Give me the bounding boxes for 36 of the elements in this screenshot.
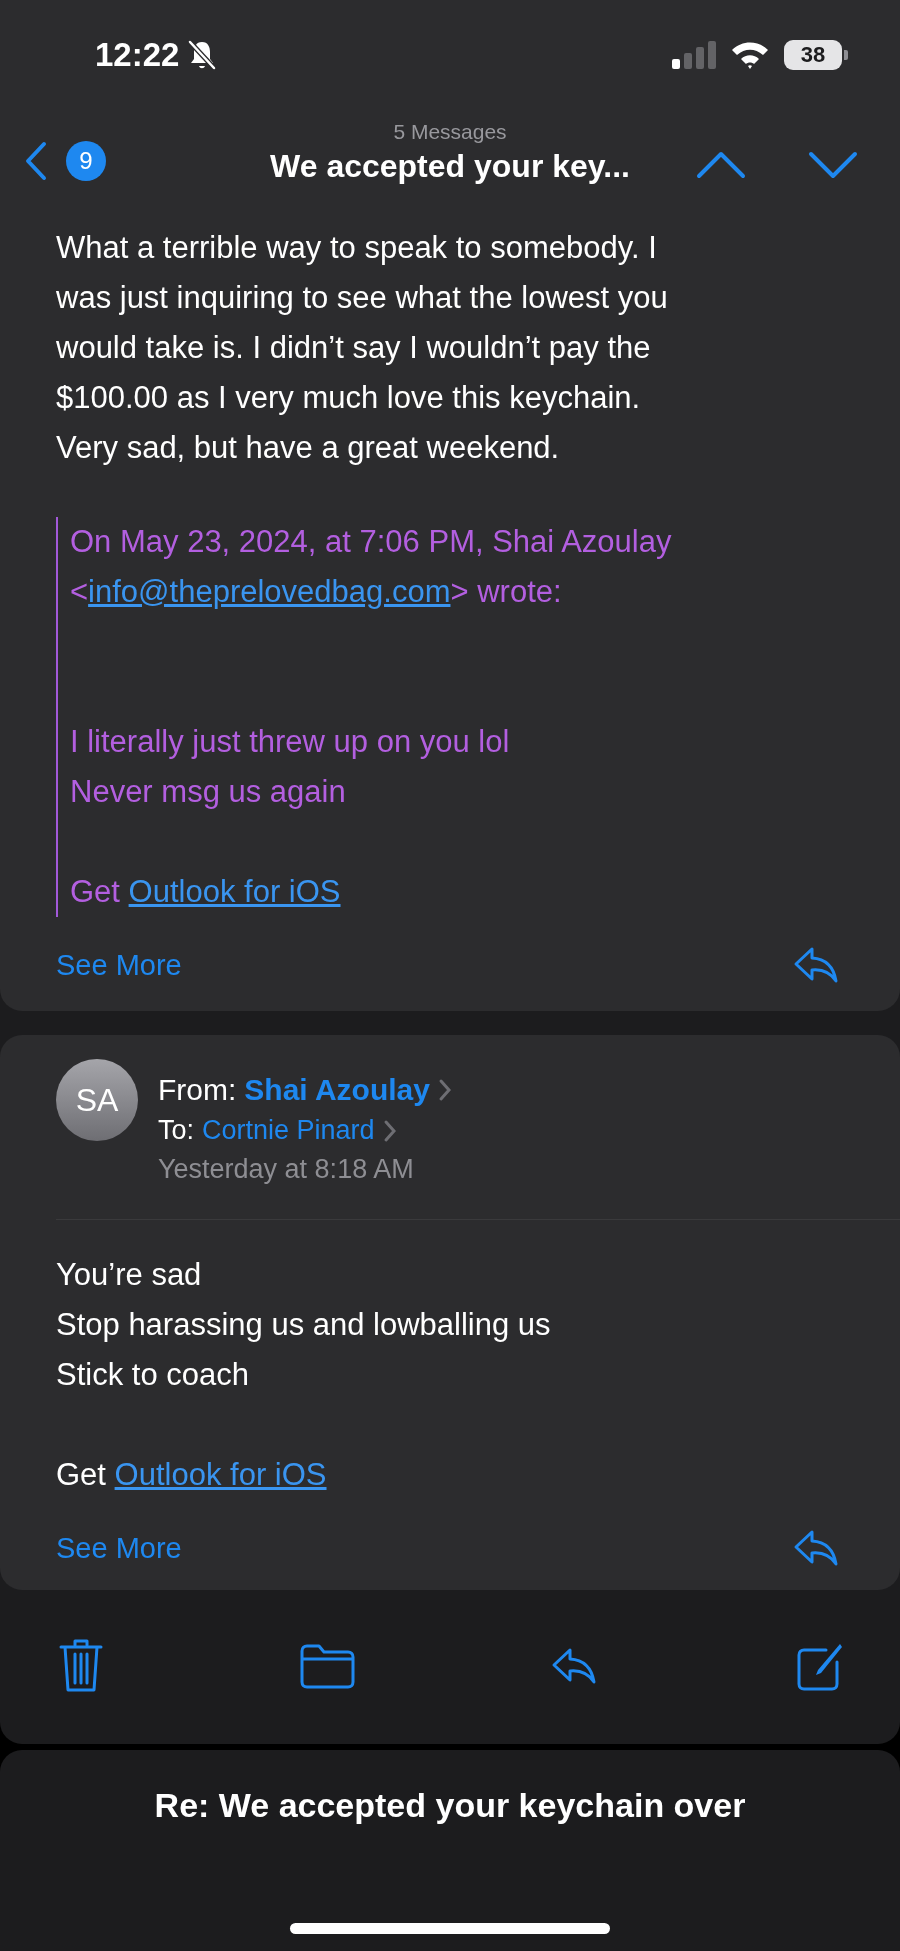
reply-icon[interactable] bbox=[550, 1646, 598, 1686]
outlook-link[interactable]: Outlook for iOS bbox=[114, 1457, 327, 1492]
message-date: Yesterday at 8:18 AM bbox=[158, 1154, 415, 1185]
chevron-right-icon bbox=[382, 1118, 397, 1143]
signature-text: Get Outlook for iOS bbox=[70, 873, 342, 911]
chevron-up-icon[interactable] bbox=[696, 151, 746, 179]
trash-icon[interactable] bbox=[58, 1638, 104, 1694]
folder-icon[interactable] bbox=[298, 1643, 356, 1689]
to-label: To: bbox=[158, 1115, 195, 1146]
message-count: 5 Messages bbox=[393, 120, 507, 144]
chevron-down-icon[interactable] bbox=[808, 151, 858, 179]
unread-badge: 9 bbox=[66, 141, 106, 181]
draft-title[interactable]: Re: We accepted your keychain over bbox=[154, 1786, 746, 1825]
signal-icon bbox=[672, 41, 716, 69]
sender-name[interactable]: Shai Azoulay bbox=[244, 1073, 430, 1107]
back-icon[interactable] bbox=[24, 141, 48, 181]
message-body: What a terrible way to speak to somebody. I was just inquiring to see what the lowest you would take is. I didn’t say I wouldn’t pay the $100.00 as I very much love this keychain. Very sad, but have a great weekend. bbox=[56, 229, 669, 467]
from-label: From: bbox=[158, 1073, 237, 1107]
signature-text: Get Outlook for iOS bbox=[56, 1456, 328, 1494]
battery-indicator: 38 bbox=[784, 40, 848, 70]
sender-avatar: SA bbox=[56, 1059, 138, 1141]
email-link[interactable]: info@theprelovedbag.com bbox=[88, 574, 451, 609]
quoted-text: I literally just threw up on you lol Never msg us again bbox=[70, 723, 511, 811]
reply-icon[interactable] bbox=[792, 945, 840, 985]
quote-attribution: On May 23, 2024, at 7:06 PM, Shai Azoulay <info@theprelovedbag.com> wrote: bbox=[70, 523, 673, 611]
bell-slash-icon bbox=[187, 39, 218, 71]
see-more-link[interactable]: See More bbox=[56, 948, 182, 982]
reply-icon[interactable] bbox=[792, 1528, 840, 1568]
message-body: You’re sad Stop harassing us and lowballing us Stick to coach bbox=[56, 1256, 552, 1394]
see-more-link[interactable]: See More bbox=[56, 1531, 182, 1565]
status-time: 12:22 bbox=[95, 36, 180, 74]
thread-title: We accepted your key... bbox=[270, 148, 630, 185]
outlook-link[interactable]: Outlook for iOS bbox=[128, 874, 341, 909]
chevron-right-icon bbox=[437, 1078, 452, 1102]
recipient-name[interactable]: Cortnie Pinard bbox=[202, 1115, 375, 1146]
wifi-icon bbox=[730, 40, 770, 70]
